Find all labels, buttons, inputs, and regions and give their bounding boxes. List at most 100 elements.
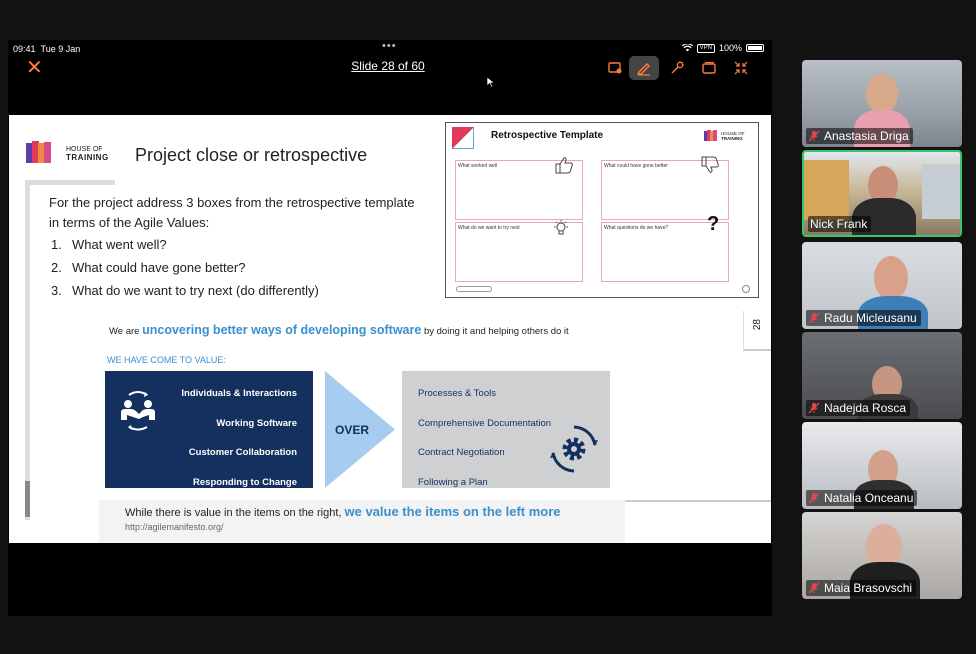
- logo-line2: TRAINING: [66, 153, 109, 162]
- retro-logo-line2: TRAINING: [721, 136, 743, 141]
- lightbulb-icon: [554, 220, 568, 235]
- headline-bold: uncovering better ways of developing sof…: [142, 323, 422, 337]
- list-number: 3.: [51, 283, 62, 298]
- participant-namebar: Natalia Onceanu: [806, 490, 918, 506]
- headline-post: by doing it and helping others do it: [421, 326, 569, 337]
- list-text: What could have gone better?: [72, 260, 246, 275]
- time-text: 09:41: [13, 44, 36, 54]
- retrospective-template-image: Retrospective Template HOUSE OF TRAINING …: [445, 122, 759, 298]
- list-item: 3. What do we want to try next (do differ…: [51, 279, 319, 302]
- mic-muted-icon: [808, 130, 820, 142]
- side-bar-decoration: [25, 180, 30, 520]
- participant-name: Maia Brasovschi: [824, 581, 913, 595]
- value-item: Comprehensive Documentation: [418, 417, 552, 429]
- retro-box-label: What could have gone better: [604, 163, 668, 169]
- value-item: Following a Plan: [418, 476, 488, 488]
- value-item: Contract Negotiation: [418, 447, 505, 458]
- headline-pre: We are: [109, 326, 143, 337]
- date-text: Tue 9 Jan: [40, 44, 81, 54]
- ipad-status-bar: 09:41 Tue 9 Jan ••• VPN 100%: [8, 40, 772, 56]
- mic-muted-icon: [808, 492, 820, 504]
- manifesto-url[interactable]: http://agilemanifesto.org/: [125, 522, 224, 532]
- mic-muted-icon: [808, 312, 820, 324]
- participant-namebar: Nadejda Rosca: [806, 400, 911, 416]
- participant-tile[interactable]: Maia Brasovschi: [802, 512, 962, 599]
- gear-cycle-icon: [550, 425, 598, 473]
- laser-pointer-icon[interactable]: [662, 56, 692, 80]
- mic-muted-icon: [808, 402, 820, 414]
- slides-panel-icon[interactable]: [694, 56, 724, 80]
- wifi-icon: [681, 44, 693, 52]
- retro-box-label: What do we want to try next: [458, 225, 520, 231]
- value-statement: While there is value in the items on the…: [125, 504, 561, 519]
- value-statement-band: While there is value in the items on the…: [99, 500, 625, 543]
- pen-icon[interactable]: [629, 56, 659, 80]
- over-label: OVER: [335, 423, 370, 437]
- participant-name: Natalia Onceanu: [824, 491, 914, 505]
- shared-screen: 09:41 Tue 9 Jan ••• VPN 100% ✕ Slide 28 …: [8, 40, 772, 616]
- close-icon[interactable]: ✕: [26, 58, 43, 78]
- retro-box-try-next: What do we want to try next: [455, 220, 583, 282]
- retro-footer-circle-icon: [742, 285, 750, 293]
- value-item: Responding to Change: [193, 476, 297, 488]
- participant-tile[interactable]: Radu Micleusanu: [802, 242, 962, 329]
- participant-name: Anastasia Driga: [824, 129, 909, 143]
- multitasking-dots-icon[interactable]: •••: [382, 40, 397, 52]
- value-item: Working Software: [216, 417, 297, 429]
- battery-percent: 100%: [718, 43, 742, 53]
- question-list: 1. What went well? 2. What could have gone…: [51, 233, 319, 302]
- participant-tile[interactable]: Natalia Onceanu: [802, 422, 962, 509]
- list-number: 1.: [51, 237, 62, 252]
- slide-title: Project close or retrospective: [135, 145, 368, 165]
- footer-rule: [625, 500, 771, 502]
- battery-icon: [746, 44, 764, 52]
- question-mark: ?: [707, 213, 720, 235]
- retro-logo-text: HOUSE OF TRAINING: [721, 131, 745, 141]
- presentation-toolbar: ✕ Slide 28 of 60: [8, 56, 772, 88]
- retro-logo-icon: [704, 130, 717, 141]
- participant-tile[interactable]: Anastasia Driga: [802, 60, 962, 147]
- participant-tile-active[interactable]: Nick Frank: [802, 150, 962, 237]
- retro-box-label: What worked well: [458, 163, 498, 169]
- meeting-window: 09:41 Tue 9 Jan ••• VPN 100% ✕ Slide 28 …: [0, 0, 976, 654]
- intro-text: For the project address 3 boxes from the…: [49, 195, 415, 230]
- mic-muted-icon: [808, 582, 820, 594]
- logo-text: HOUSE OF TRAINING: [66, 146, 109, 163]
- list-number: 2.: [51, 260, 62, 275]
- value-item: Customer Collaboration: [188, 447, 297, 458]
- people-interaction-icon: [121, 391, 155, 431]
- retro-footer-pill: [456, 286, 492, 292]
- participant-face: [874, 256, 908, 300]
- slide-counter[interactable]: Slide 28 of 60: [338, 59, 438, 73]
- mouse-cursor-icon: [486, 76, 496, 88]
- participant-namebar: Nick Frank: [808, 216, 872, 232]
- slide-number-tab: 28: [743, 311, 771, 351]
- statement-bold: we value the items on the left more: [344, 504, 561, 519]
- participant-namebar: Radu Micleusanu: [806, 310, 921, 326]
- side-bar-accent: [25, 481, 30, 517]
- thumbs-up-icon: [555, 157, 573, 174]
- retro-title: Retrospective Template: [491, 130, 604, 141]
- presenter-view-icon[interactable]: [600, 56, 630, 80]
- list-item: 2. What could have gone better?: [51, 256, 319, 279]
- participant-tile[interactable]: Nadejda Rosca: [802, 332, 962, 419]
- left-values-list: Individuals & Interactions Working Softw…: [181, 379, 297, 497]
- participant-name: Nick Frank: [810, 217, 868, 231]
- participant-namebar: Maia Brasovschi: [806, 580, 917, 596]
- background-window: [922, 164, 960, 219]
- background-building: [804, 160, 849, 220]
- participant-namebar: Anastasia Driga: [806, 128, 913, 144]
- logo-line1: HOUSE OF: [66, 146, 103, 153]
- slide-canvas[interactable]: HOUSE OF TRAINING Project close or retros…: [9, 115, 771, 543]
- we-have-come-to-value: WE HAVE COME TO VALUE:: [107, 355, 226, 365]
- list-text: What do we want to try next (do differen…: [72, 283, 319, 298]
- participant-name: Radu Micleusanu: [824, 311, 917, 325]
- retro-box-label: What questions do we have?: [604, 225, 669, 231]
- right-values-box: Processes & Tools Comprehensive Document…: [402, 371, 610, 488]
- house-of-training-logo: [26, 141, 51, 163]
- collapse-icon[interactable]: [726, 56, 756, 80]
- right-values-list: Processes & Tools Comprehensive Document…: [418, 379, 551, 497]
- value-item: Processes & Tools: [418, 388, 496, 399]
- thumbs-down-icon: [701, 156, 719, 173]
- retro-box-could-be-better: What could have gone better: [601, 156, 729, 220]
